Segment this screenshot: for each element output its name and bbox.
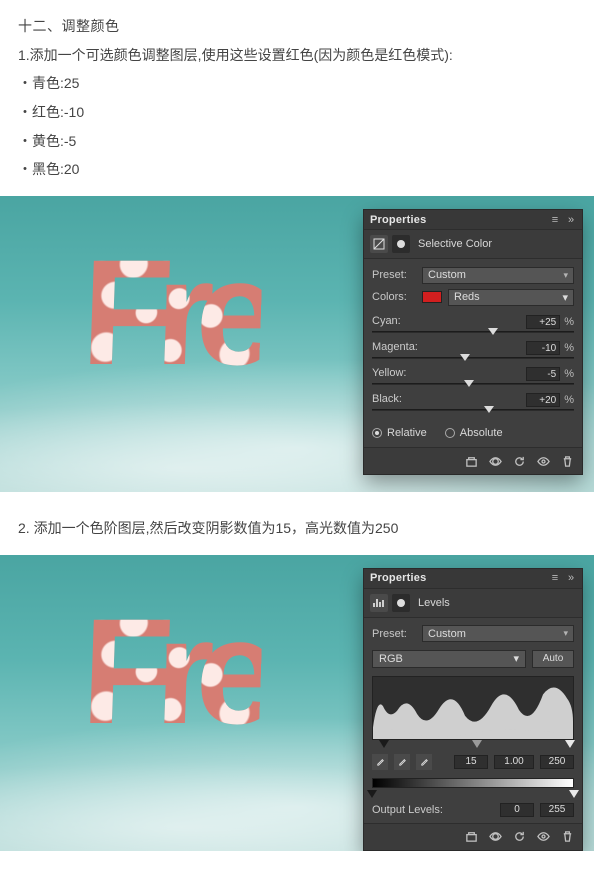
input-slider[interactable] (372, 740, 574, 752)
properties-panel-selective-color: Properties ≡ » Selective Color Preset: C… (364, 210, 582, 474)
mode-absolute-radio[interactable]: Absolute (445, 427, 503, 439)
levels-histogram (372, 676, 574, 740)
chevron-down-icon: ▾ (562, 291, 568, 304)
delete-icon[interactable] (560, 454, 574, 468)
clip-to-layer-icon[interactable] (464, 830, 478, 844)
chevron-down-icon: ▾ (563, 270, 568, 281)
mask-icon[interactable] (392, 594, 410, 612)
preset-label: Preset: (372, 628, 416, 640)
colors-swatch (422, 291, 442, 303)
adjustment-icon[interactable] (370, 594, 388, 612)
adjustment-icon[interactable] (370, 235, 388, 253)
visibility-icon[interactable] (536, 454, 550, 468)
colors-label: Colors: (372, 291, 416, 303)
reset-icon[interactable] (512, 830, 526, 844)
panel-collapse-icon[interactable]: » (566, 572, 576, 584)
panel-menu-icon[interactable]: ≡ (550, 572, 560, 584)
output-levels-label: Output Levels: (372, 804, 443, 816)
auto-button[interactable]: Auto (532, 650, 574, 668)
output-hi-value[interactable]: 255 (540, 803, 574, 817)
sliders-group: Cyan: +25% Magenta: -10% Yellow: -5% Bla… (364, 309, 582, 423)
mask-icon[interactable] (392, 235, 410, 253)
panel-title: Properties (370, 572, 426, 584)
adjustment-name: Selective Color (418, 238, 492, 250)
output-slider[interactable] (372, 790, 574, 800)
input-mid-value[interactable]: 1.00 (494, 755, 534, 769)
step2-intro: 2. 添加一个色阶图层,然后改变阴影数值为15，高光数值为250 (18, 514, 576, 543)
figure-1: Fre Properties ≡ » Selective Color Prese… (0, 196, 594, 492)
slider-black[interactable]: Black: +20% (372, 393, 574, 411)
output-lo-value[interactable]: 0 (500, 803, 534, 817)
delete-icon[interactable] (560, 830, 574, 844)
figure-2: Fre Properties ≡ » Levels Preset: Custom… (0, 555, 594, 851)
preset-dropdown[interactable]: Custom▾ (422, 267, 574, 284)
panel-title: Properties (370, 214, 426, 226)
panel-collapse-icon[interactable]: » (566, 214, 576, 226)
clip-to-layer-icon[interactable] (464, 454, 478, 468)
mode-relative-radio[interactable]: Relative (372, 427, 427, 439)
section-heading: 十二、调整颜色 (18, 12, 576, 41)
reset-icon[interactable] (512, 454, 526, 468)
slider-magenta[interactable]: Magenta: -10% (372, 341, 574, 359)
eyedropper-gray-icon[interactable] (394, 754, 410, 770)
eyedropper-black-icon[interactable] (372, 754, 388, 770)
colors-dropdown[interactable]: Reds▾ (448, 289, 574, 306)
chevron-down-icon: ▾ (513, 652, 519, 665)
step1-intro: 1.添加一个可选颜色调整图层,使用这些设置红色(因为颜色是红色模式): (18, 41, 576, 70)
properties-panel-levels: Properties ≡ » Levels Preset: Custom▾ RG… (364, 569, 582, 850)
artwork-text: Fre (79, 226, 264, 399)
visibility-icon[interactable] (536, 830, 550, 844)
view-previous-icon[interactable] (488, 830, 502, 844)
artwork-text: Fre (79, 585, 264, 758)
bullet-black: ・黑色:20 (18, 155, 576, 184)
bullet-cyan: ・青色:25 (18, 69, 576, 98)
bullet-yellow: ・黄色:-5 (18, 127, 576, 156)
preset-dropdown[interactable]: Custom▾ (422, 625, 574, 642)
adjustment-name: Levels (418, 597, 450, 609)
chevron-down-icon: ▾ (563, 628, 568, 639)
output-gradient (372, 778, 574, 788)
slider-cyan[interactable]: Cyan: +25% (372, 315, 574, 333)
eyedropper-white-icon[interactable] (416, 754, 432, 770)
bullet-red: ・红色:-10 (18, 98, 576, 127)
view-previous-icon[interactable] (488, 454, 502, 468)
input-shadow-value[interactable]: 15 (454, 755, 488, 769)
preset-label: Preset: (372, 269, 416, 281)
input-high-value[interactable]: 250 (540, 755, 574, 769)
slider-yellow[interactable]: Yellow: -5% (372, 367, 574, 385)
panel-menu-icon[interactable]: ≡ (550, 214, 560, 226)
channel-dropdown[interactable]: RGB▾ (372, 650, 526, 668)
